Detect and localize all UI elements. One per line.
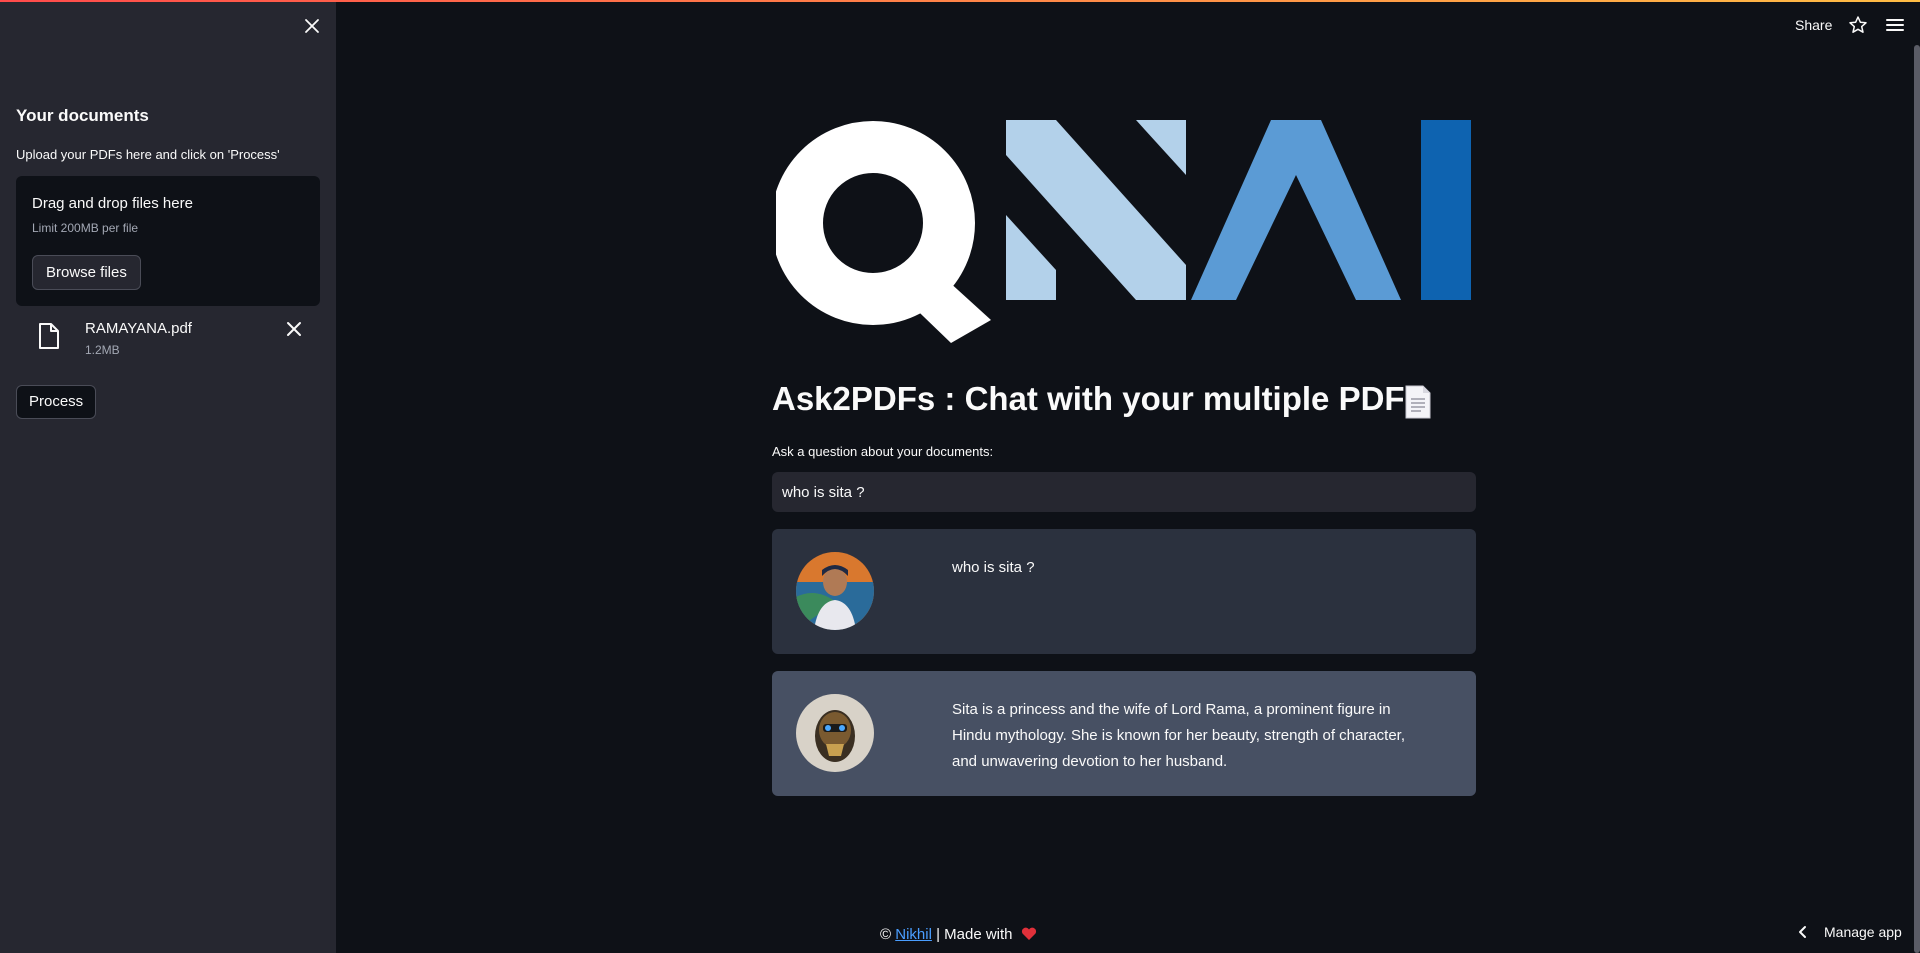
manage-app-label: Manage app: [1824, 924, 1902, 940]
star-icon[interactable]: [1848, 15, 1868, 35]
browse-files-button[interactable]: Browse files: [32, 255, 141, 290]
made-with-text: | Made with: [936, 926, 1013, 943]
document-icon: [1405, 385, 1431, 419]
share-button[interactable]: Share: [1795, 17, 1832, 33]
bot-message: Sita is a princess and the wife of Lord …: [772, 671, 1476, 796]
author-link[interactable]: Nikhil: [895, 926, 932, 943]
user-message: who is sita ?: [772, 529, 1476, 654]
bot-message-text: Sita is a princess and the wife of Lord …: [952, 701, 1406, 770]
process-button[interactable]: Process: [16, 385, 97, 419]
footer: © Nikhil | Made with: [880, 926, 1037, 943]
upload-caption: Upload your PDFs here and click on 'Proc…: [16, 147, 280, 162]
qnai-logo: [776, 120, 1471, 343]
remove-file-icon[interactable]: [286, 321, 302, 337]
chevron-left-icon: [1799, 926, 1806, 938]
file-dropzone[interactable]: Drag and drop files here Limit 200MB per…: [16, 176, 320, 306]
scrollbar[interactable]: [1914, 45, 1920, 953]
close-icon[interactable]: [302, 16, 322, 36]
file-icon: [39, 323, 59, 349]
file-name: RAMAYANA.pdf: [85, 320, 192, 337]
question-label: Ask a question about your documents:: [772, 444, 994, 459]
user-avatar: [796, 552, 874, 630]
bot-avatar: [796, 694, 874, 772]
page-title: Ask2PDFs : Chat with your multiple PDFs: [772, 380, 1423, 417]
uploaded-file-item: RAMAYANA.pdf 1.2MB: [16, 316, 320, 360]
question-input[interactable]: [772, 472, 1476, 512]
top-decoration-bar: [0, 0, 1920, 2]
file-size: 1.2MB: [85, 343, 120, 357]
heart-icon: [1021, 927, 1036, 940]
sidebar: Your documents Upload your PDFs here and…: [0, 0, 336, 953]
dropzone-title: Drag and drop files here: [32, 195, 193, 212]
copyright-symbol: ©: [880, 926, 892, 943]
sidebar-title: Your documents: [16, 106, 149, 125]
user-message-text: who is sita ?: [952, 559, 1035, 576]
manage-app-button[interactable]: Manage app: [1796, 924, 1902, 940]
hamburger-menu-icon[interactable]: [1886, 16, 1904, 34]
dropzone-limit: Limit 200MB per file: [32, 221, 139, 235]
